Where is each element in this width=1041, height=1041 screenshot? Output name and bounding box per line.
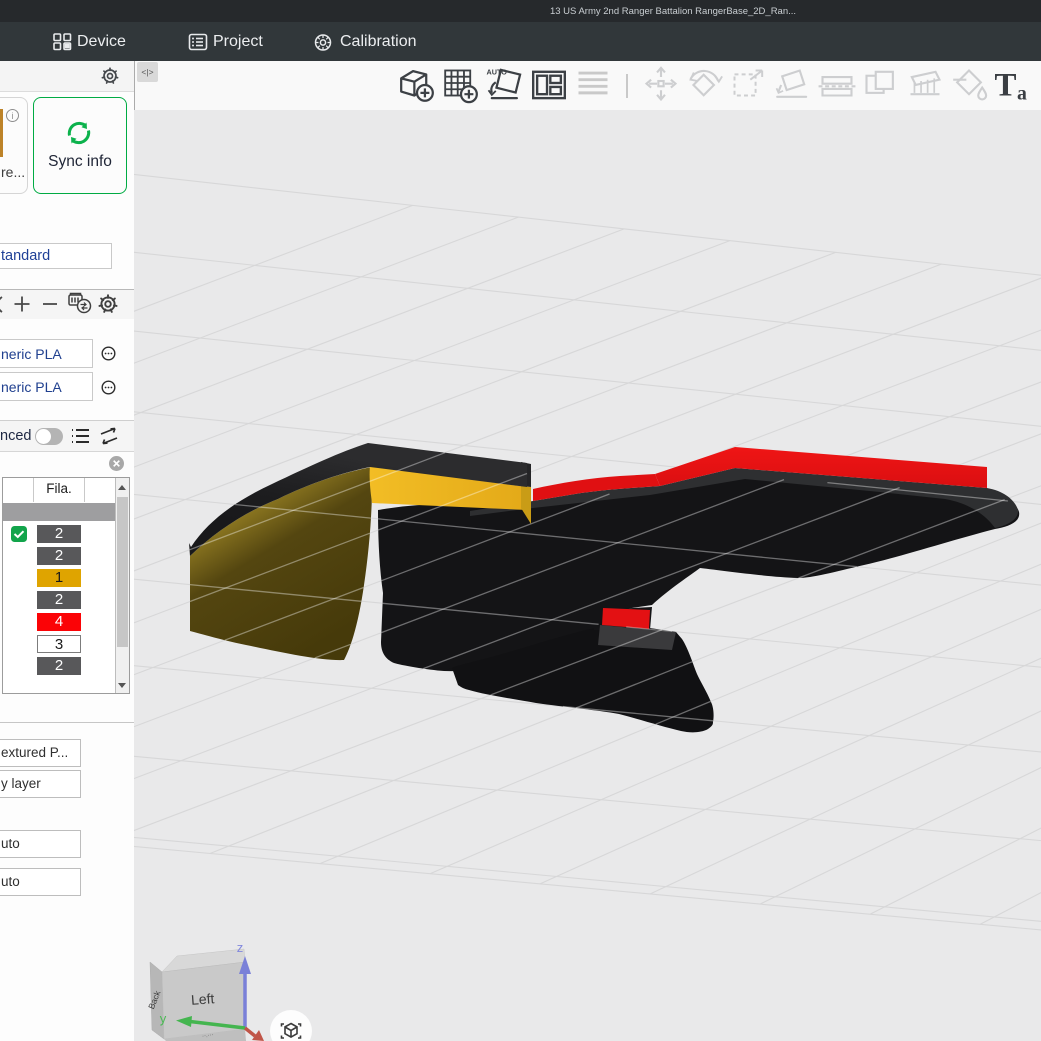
svg-text:AUTO: AUTO (487, 67, 508, 76)
svg-text:Left: Left (190, 990, 215, 1008)
svg-text:T: T (995, 68, 1017, 104)
svg-text:y: y (160, 1011, 167, 1026)
svg-text:z: z (237, 940, 244, 955)
svg-text:a: a (1017, 82, 1027, 104)
